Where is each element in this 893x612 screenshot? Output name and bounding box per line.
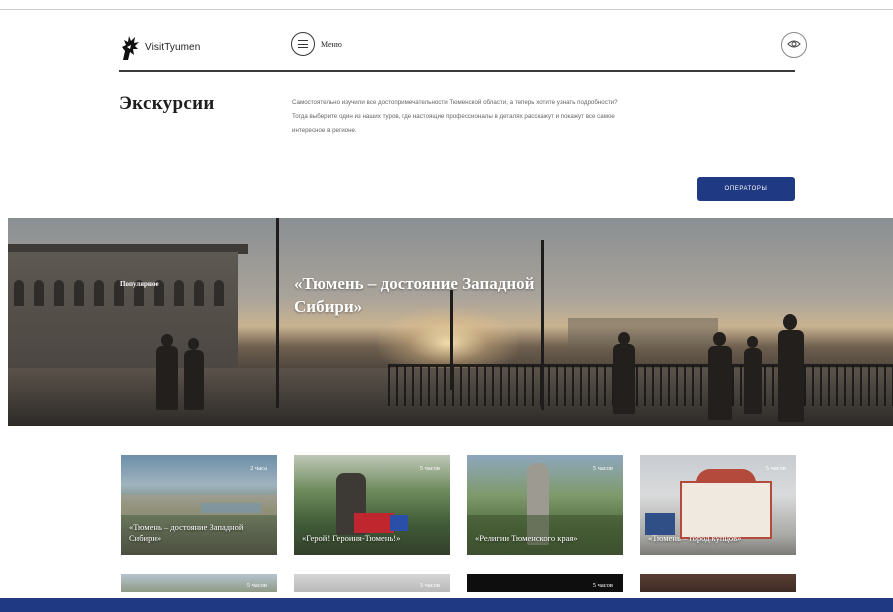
hero-window bbox=[34, 280, 44, 306]
hero-cityline bbox=[568, 318, 718, 348]
tour-card[interactable]: 2 часа «Тюмень – достояние Западной Сиби… bbox=[121, 455, 277, 555]
logo[interactable]: VisitTyumen bbox=[119, 33, 200, 61]
hero-person bbox=[156, 346, 178, 410]
tour-card[interactable]: 5 часов «Тюмень – город купцов» bbox=[640, 455, 796, 555]
hero-window bbox=[74, 280, 84, 306]
card-image-house bbox=[680, 481, 772, 539]
hero-person bbox=[778, 330, 804, 422]
hero-badge: Популярное bbox=[120, 280, 159, 288]
card-duration: 2 часа bbox=[250, 465, 267, 472]
menu-label: Меню bbox=[321, 39, 342, 49]
header-divider bbox=[119, 70, 795, 72]
card-duration: 5 часов bbox=[246, 582, 267, 589]
page-title: Экскурсии bbox=[119, 93, 215, 114]
eye-icon bbox=[787, 36, 801, 54]
card-duration: 5 часов bbox=[592, 465, 613, 472]
hero-banner[interactable]: Популярное «Тюмень – достояние Западной … bbox=[8, 218, 893, 426]
card-duration: 5 часов bbox=[419, 465, 440, 472]
hero-lamp-post bbox=[541, 240, 544, 410]
hero-title[interactable]: «Тюмень – достояние Западной Сибири» bbox=[294, 272, 594, 318]
tour-card[interactable]: 5 часов bbox=[294, 574, 450, 592]
card-title: «Тюмень – достояние Западной Сибири» bbox=[129, 522, 244, 543]
card-title: «Религии Тюменского края» bbox=[475, 533, 578, 543]
intro-text: Самостоятельно изучили все достопримечат… bbox=[292, 99, 618, 134]
tour-card[interactable]: 5 часов bbox=[121, 574, 277, 592]
accessibility-button[interactable] bbox=[781, 32, 807, 58]
hero-person bbox=[184, 350, 204, 410]
card-title: «Герой! Героиня-Тюмень!» bbox=[302, 533, 401, 543]
card-image-sign bbox=[645, 513, 675, 535]
hero-person bbox=[613, 344, 635, 414]
hero-person-head bbox=[618, 332, 630, 345]
hero-person-head bbox=[161, 334, 173, 347]
tour-card[interactable]: 5 часов «Герой! Героиня-Тюмень!» bbox=[294, 455, 450, 555]
tour-card[interactable]: 5 часов «Религии Тюменского края» bbox=[467, 455, 623, 555]
hero-window bbox=[14, 280, 24, 306]
operators-button[interactable]: ОПЕРАТОРЫ bbox=[697, 177, 795, 201]
menu-button[interactable]: Меню bbox=[291, 32, 342, 56]
hero-person-head bbox=[783, 314, 797, 330]
site-header: VisitTyumen Меню bbox=[119, 30, 807, 70]
card-title: «Тюмень – город купцов» bbox=[648, 533, 742, 543]
card-duration: 5 часов bbox=[592, 582, 613, 589]
hero-window bbox=[94, 280, 104, 306]
hero-person-head bbox=[188, 338, 199, 350]
card-image-river bbox=[201, 503, 261, 513]
hero-window bbox=[54, 280, 64, 306]
hero-person bbox=[708, 346, 732, 420]
card-image-flag bbox=[390, 515, 408, 531]
hero-fence bbox=[388, 366, 893, 406]
tour-card[interactable] bbox=[640, 574, 796, 592]
dragon-logo-icon bbox=[119, 33, 141, 61]
card-duration: 5 часов bbox=[419, 582, 440, 589]
hero-person-head bbox=[747, 336, 758, 348]
card-image-house-roof bbox=[696, 469, 756, 483]
hero-window bbox=[174, 280, 184, 306]
card-duration: 5 часов bbox=[765, 465, 786, 472]
card-image-flowers bbox=[354, 513, 394, 533]
top-divider bbox=[0, 9, 893, 10]
tour-card[interactable]: 5 часов bbox=[467, 574, 623, 592]
hero-person bbox=[744, 348, 762, 414]
bottom-bar bbox=[0, 598, 893, 612]
hero-window bbox=[194, 280, 204, 306]
menu-lines-icon bbox=[291, 32, 315, 56]
brand-name: VisitTyumen bbox=[145, 41, 201, 53]
hero-window bbox=[214, 280, 224, 306]
hero-person-head bbox=[713, 332, 726, 346]
hero-lamp-post bbox=[276, 218, 279, 408]
